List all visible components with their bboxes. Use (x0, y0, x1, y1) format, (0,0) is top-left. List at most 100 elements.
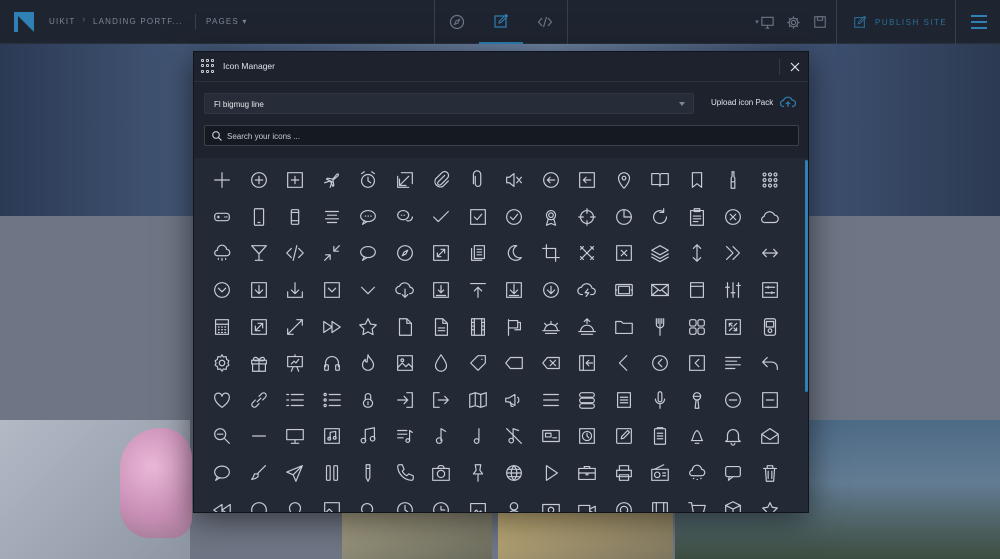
icon-option[interactable] (241, 418, 278, 455)
icon-option[interactable] (350, 345, 387, 382)
icon-option[interactable] (496, 199, 533, 236)
icon-option[interactable] (752, 345, 789, 382)
icon-option[interactable] (387, 418, 424, 455)
pages-dropdown[interactable]: PAGES ▾ (206, 17, 248, 26)
icon-option[interactable] (679, 345, 716, 382)
icon-option[interactable] (642, 491, 679, 512)
icon-option[interactable] (606, 382, 643, 419)
icon-option[interactable] (679, 308, 716, 345)
icon-option[interactable] (277, 235, 314, 272)
icon-option[interactable] (387, 308, 424, 345)
breadcrumb-item[interactable]: LANDING PORTF... (93, 17, 183, 26)
icon-option[interactable] (460, 272, 497, 309)
icon-option[interactable] (715, 418, 752, 455)
icon-option[interactable] (715, 382, 752, 419)
icon-option[interactable] (277, 345, 314, 382)
icon-option[interactable] (241, 162, 278, 199)
icon-option[interactable] (679, 382, 716, 419)
search-input[interactable] (227, 129, 787, 143)
icon-option[interactable] (277, 455, 314, 492)
icon-option[interactable] (350, 199, 387, 236)
icon-pack-select[interactable]: Fl bigmug line (204, 93, 694, 114)
icon-option[interactable] (715, 162, 752, 199)
icon-option[interactable] (752, 491, 789, 512)
icon-option[interactable] (460, 418, 497, 455)
icon-option[interactable] (606, 455, 643, 492)
icon-option[interactable] (241, 272, 278, 309)
icon-option[interactable] (387, 162, 424, 199)
icon-option[interactable] (496, 272, 533, 309)
icon-option[interactable] (241, 345, 278, 382)
icon-option[interactable] (642, 345, 679, 382)
icon-option[interactable] (423, 162, 460, 199)
icon-option[interactable] (204, 162, 241, 199)
icon-option[interactable] (715, 235, 752, 272)
icon-option[interactable] (679, 199, 716, 236)
publish-site-button[interactable]: PUBLISH SITE (853, 13, 947, 31)
icon-option[interactable] (314, 382, 351, 419)
icon-option[interactable] (204, 345, 241, 382)
icon-option[interactable] (752, 162, 789, 199)
icon-option[interactable] (460, 308, 497, 345)
icon-option[interactable] (642, 162, 679, 199)
tab-code[interactable] (523, 0, 567, 44)
icon-option[interactable] (569, 345, 606, 382)
icon-option[interactable] (533, 272, 570, 309)
icon-option[interactable] (423, 199, 460, 236)
icon-option[interactable] (496, 491, 533, 512)
icon-option[interactable] (533, 382, 570, 419)
icon-option[interactable] (387, 491, 424, 512)
device-preview-button[interactable] (758, 13, 776, 31)
icon-option[interactable] (350, 272, 387, 309)
icon-option[interactable] (204, 455, 241, 492)
icon-option[interactable] (642, 272, 679, 309)
icon-option[interactable] (606, 491, 643, 512)
icon-option[interactable] (642, 235, 679, 272)
icon-option[interactable] (642, 455, 679, 492)
icon-option[interactable] (387, 199, 424, 236)
icon-option[interactable] (350, 418, 387, 455)
save-button[interactable] (811, 13, 829, 31)
icon-option[interactable] (679, 418, 716, 455)
icon-option[interactable] (423, 418, 460, 455)
icon-option[interactable] (387, 382, 424, 419)
icon-option[interactable] (460, 345, 497, 382)
icon-option[interactable] (496, 162, 533, 199)
icon-option[interactable] (606, 272, 643, 309)
icon-option[interactable] (496, 308, 533, 345)
icon-option[interactable] (679, 491, 716, 512)
icon-option[interactable] (679, 455, 716, 492)
icon-option[interactable] (204, 235, 241, 272)
icon-option[interactable] (423, 382, 460, 419)
settings-button[interactable] (784, 13, 802, 31)
breadcrumb-item[interactable]: UIKIT (49, 17, 75, 26)
icon-option[interactable] (314, 162, 351, 199)
icon-option[interactable] (569, 235, 606, 272)
icon-option[interactable] (606, 199, 643, 236)
upload-icon-pack-button[interactable]: Upload icon Pack (711, 96, 797, 108)
icon-option[interactable] (642, 199, 679, 236)
icon-option[interactable] (350, 162, 387, 199)
icon-option[interactable] (241, 382, 278, 419)
icon-option[interactable] (387, 235, 424, 272)
icon-option[interactable] (533, 162, 570, 199)
icon-option[interactable] (679, 272, 716, 309)
icon-option[interactable] (569, 382, 606, 419)
icon-option[interactable] (241, 308, 278, 345)
icon-option[interactable] (679, 162, 716, 199)
icon-option[interactable] (752, 235, 789, 272)
icon-option[interactable] (606, 235, 643, 272)
icon-option[interactable] (423, 455, 460, 492)
scrollbar-thumb[interactable] (805, 160, 808, 392)
icon-option[interactable] (752, 418, 789, 455)
icon-option[interactable] (533, 199, 570, 236)
icon-option[interactable] (423, 272, 460, 309)
icon-option[interactable] (460, 235, 497, 272)
icon-option[interactable] (314, 235, 351, 272)
icon-option[interactable] (350, 455, 387, 492)
icon-option[interactable] (569, 199, 606, 236)
icon-option[interactable] (314, 345, 351, 382)
icon-option[interactable] (752, 308, 789, 345)
icon-option[interactable] (569, 162, 606, 199)
icon-option[interactable] (277, 272, 314, 309)
